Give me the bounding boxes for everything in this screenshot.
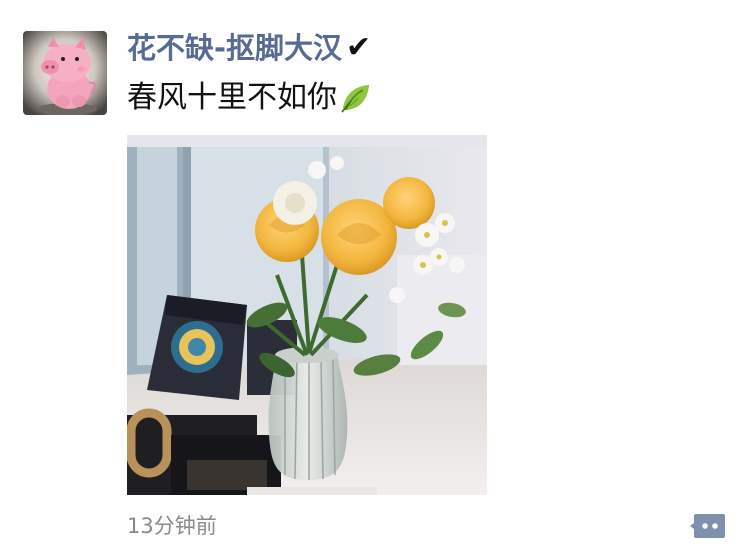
pink-pig-avatar-image (23, 31, 107, 115)
leaf-icon (341, 85, 369, 113)
comment-button[interactable] (690, 512, 726, 540)
author-name[interactable]: 花不缺-抠脚大汉 (127, 28, 342, 68)
author-row: 花不缺-抠脚大汉 ✔ (127, 28, 371, 68)
post-photo[interactable] (127, 135, 487, 495)
post-text-row: 春风十里不如你 (127, 78, 373, 118)
flower-vase-photo (127, 135, 487, 495)
comment-icon (690, 514, 725, 538)
post-text: 春风十里不如你 (127, 80, 337, 115)
avatar[interactable] (23, 31, 107, 115)
moments-post: 花不缺-抠脚大汉 ✔ 春风十里不如你 13分钟前 (0, 0, 750, 558)
checkmark-icon: ✔ (346, 30, 372, 65)
post-timestamp: 13分钟前 (127, 514, 217, 538)
